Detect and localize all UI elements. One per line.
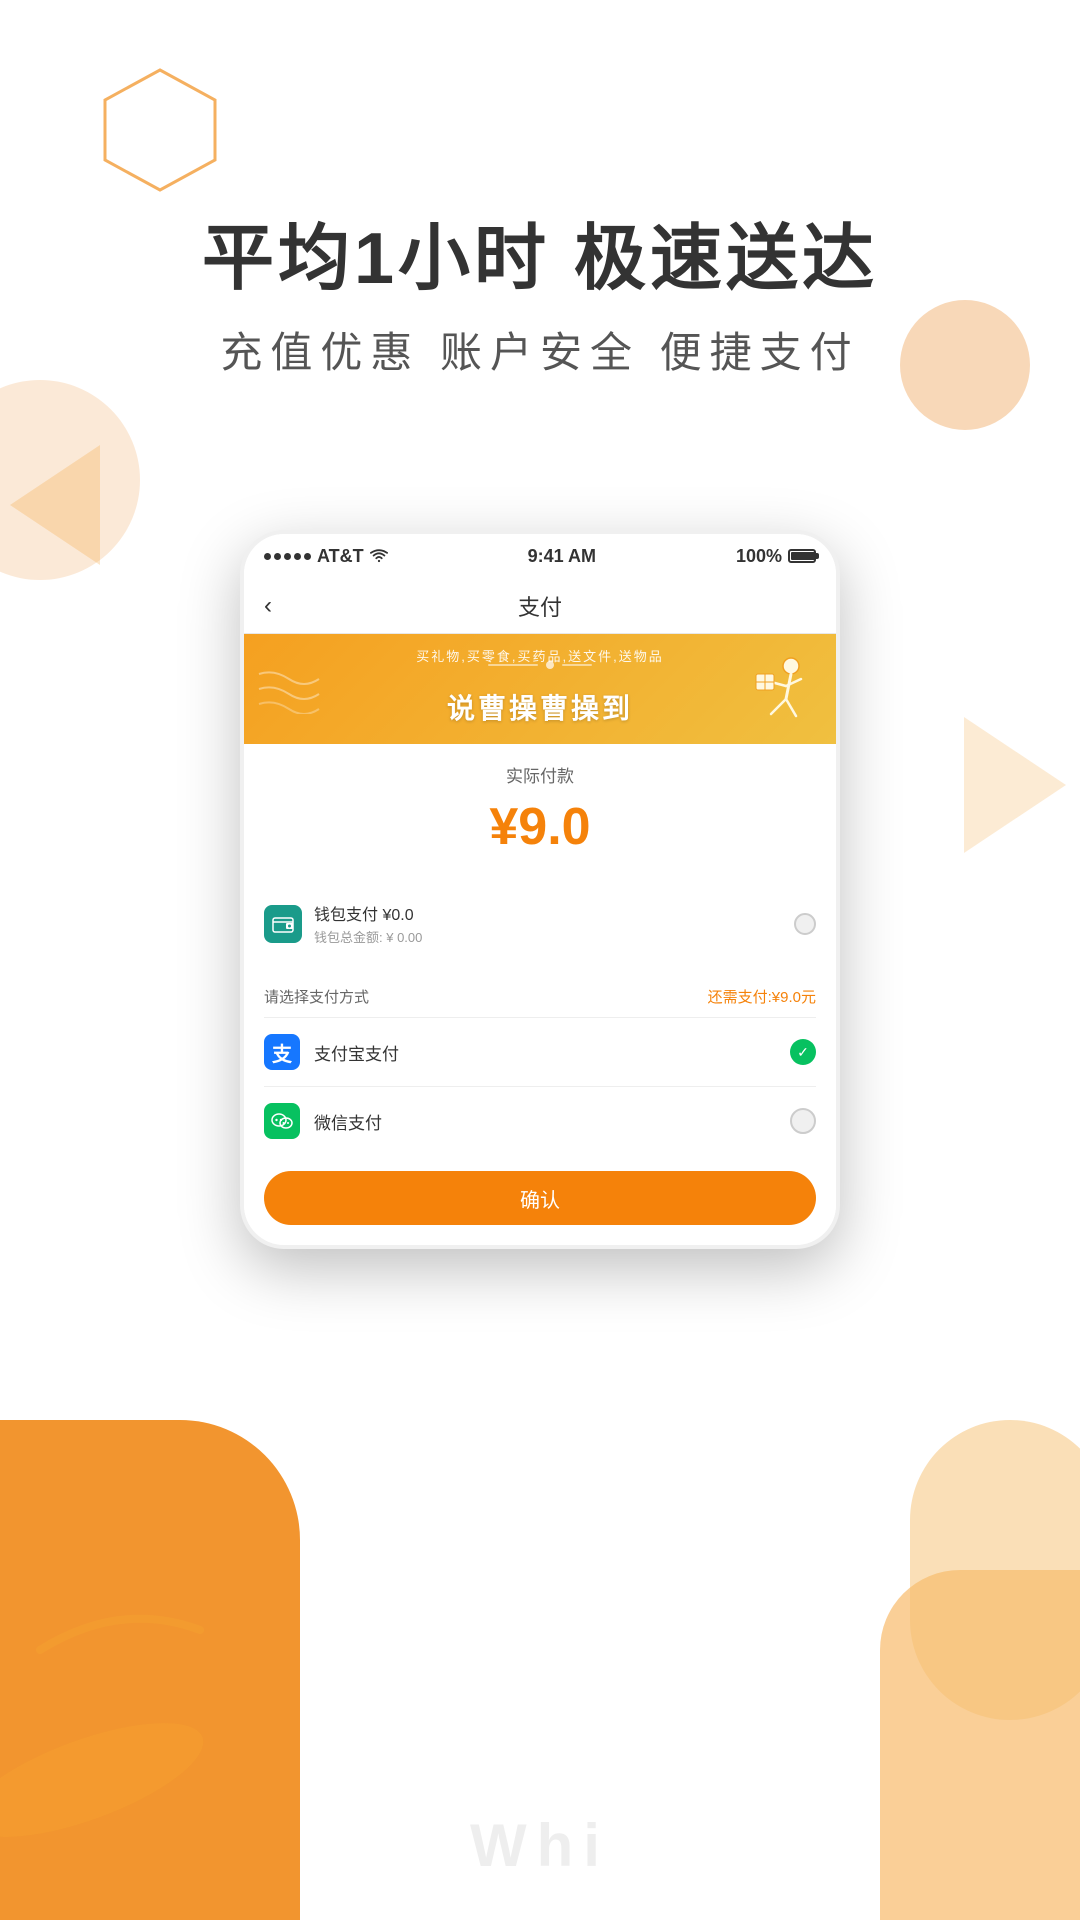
choose-payment-section: 请选择支付方式 还需支付:¥9.0元 支 支付宝支付 ✓ [244, 972, 836, 1225]
wechat-radio [790, 1108, 816, 1134]
wechat-name: 微信支付 [314, 1109, 382, 1134]
bottom-arc-left [30, 1600, 210, 1660]
payment-amount: ¥9.0 [244, 793, 836, 875]
status-bar: AT&T 9:41 AM 100% [244, 534, 836, 578]
confirm-button[interactable]: 确认 [264, 1171, 816, 1225]
arrow-decoration-left [0, 430, 130, 580]
remaining-text: 还需支付: [708, 989, 772, 1006]
checkmark-icon: ✓ [797, 1044, 809, 1061]
phone-frame: AT&T 9:41 AM 100% [240, 530, 840, 1249]
remaining-amount: ¥9.0元 [772, 989, 816, 1006]
banner-figure [746, 654, 816, 744]
wallet-info: 钱包支付 ¥0.0 钱包总金额: ¥ 0.00 [314, 901, 422, 946]
status-bar-left: AT&T [264, 546, 388, 567]
promo-banner: 买礼物,买零食,买药品,送文件,送物品 说曹操曹操到 [244, 634, 836, 744]
battery-icon [788, 549, 816, 563]
nav-bar: ‹ 支付 [244, 578, 836, 634]
wallet-name: 钱包支付 ¥0.0 [314, 901, 422, 925]
choose-header: 请选择支付方式 还需支付:¥9.0元 [244, 972, 836, 1017]
status-bar-right: 100% [736, 546, 816, 567]
alipay-name: 支付宝支付 [314, 1040, 399, 1065]
payment-label: 实际付款 [244, 744, 836, 793]
status-time: 9:41 AM [528, 546, 596, 567]
wallet-radio[interactable] [794, 913, 816, 935]
watermark: Whi [470, 1811, 610, 1880]
wallet-icon [264, 905, 302, 943]
banner-waves [254, 664, 334, 714]
header-section: 平均1小时 极速送达 充值优惠 账户安全 便捷支付 [0, 220, 1080, 380]
signal-icon [264, 553, 311, 560]
bottom-decoration-circle [910, 1420, 1080, 1720]
arrow-decoration-right [930, 700, 1080, 870]
hexagon-decoration [90, 60, 230, 200]
nav-title: 支付 [518, 590, 562, 622]
phone-inner: AT&T 9:41 AM 100% [244, 534, 836, 1245]
wallet-section: 钱包支付 ¥0.0 钱包总金额: ¥ 0.00 [244, 885, 836, 962]
wallet-balance: 钱包总金额: ¥ 0.00 [314, 927, 422, 946]
header-title: 平均1小时 极速送达 [0, 220, 1080, 299]
carrier-label: AT&T [317, 546, 364, 567]
wallet-left: 钱包支付 ¥0.0 钱包总金额: ¥ 0.00 [264, 901, 422, 946]
banner-main-text: 说曹操曹操到 [447, 687, 633, 727]
battery-percent: 100% [736, 546, 782, 567]
back-button[interactable]: ‹ [264, 592, 272, 620]
wechat-option-left: 微信支付 [264, 1103, 382, 1139]
choose-label: 请选择支付方式 [264, 986, 369, 1007]
alipay-radio-selected: ✓ [790, 1039, 816, 1065]
wifi-icon [370, 549, 388, 563]
wechat-option[interactable]: 微信支付 [244, 1087, 836, 1155]
bottom-decoration-left [0, 1420, 300, 1920]
alipay-option[interactable]: 支 支付宝支付 ✓ [244, 1018, 836, 1086]
remaining-label: 还需支付:¥9.0元 [708, 986, 816, 1007]
header-subtitle: 充值优惠 账户安全 便捷支付 [0, 319, 1080, 380]
wechat-icon [264, 1103, 300, 1139]
phone-mockup: AT&T 9:41 AM 100% [240, 530, 840, 1249]
alipay-option-left: 支 支付宝支付 [264, 1034, 399, 1070]
alipay-icon: 支 [264, 1034, 300, 1070]
